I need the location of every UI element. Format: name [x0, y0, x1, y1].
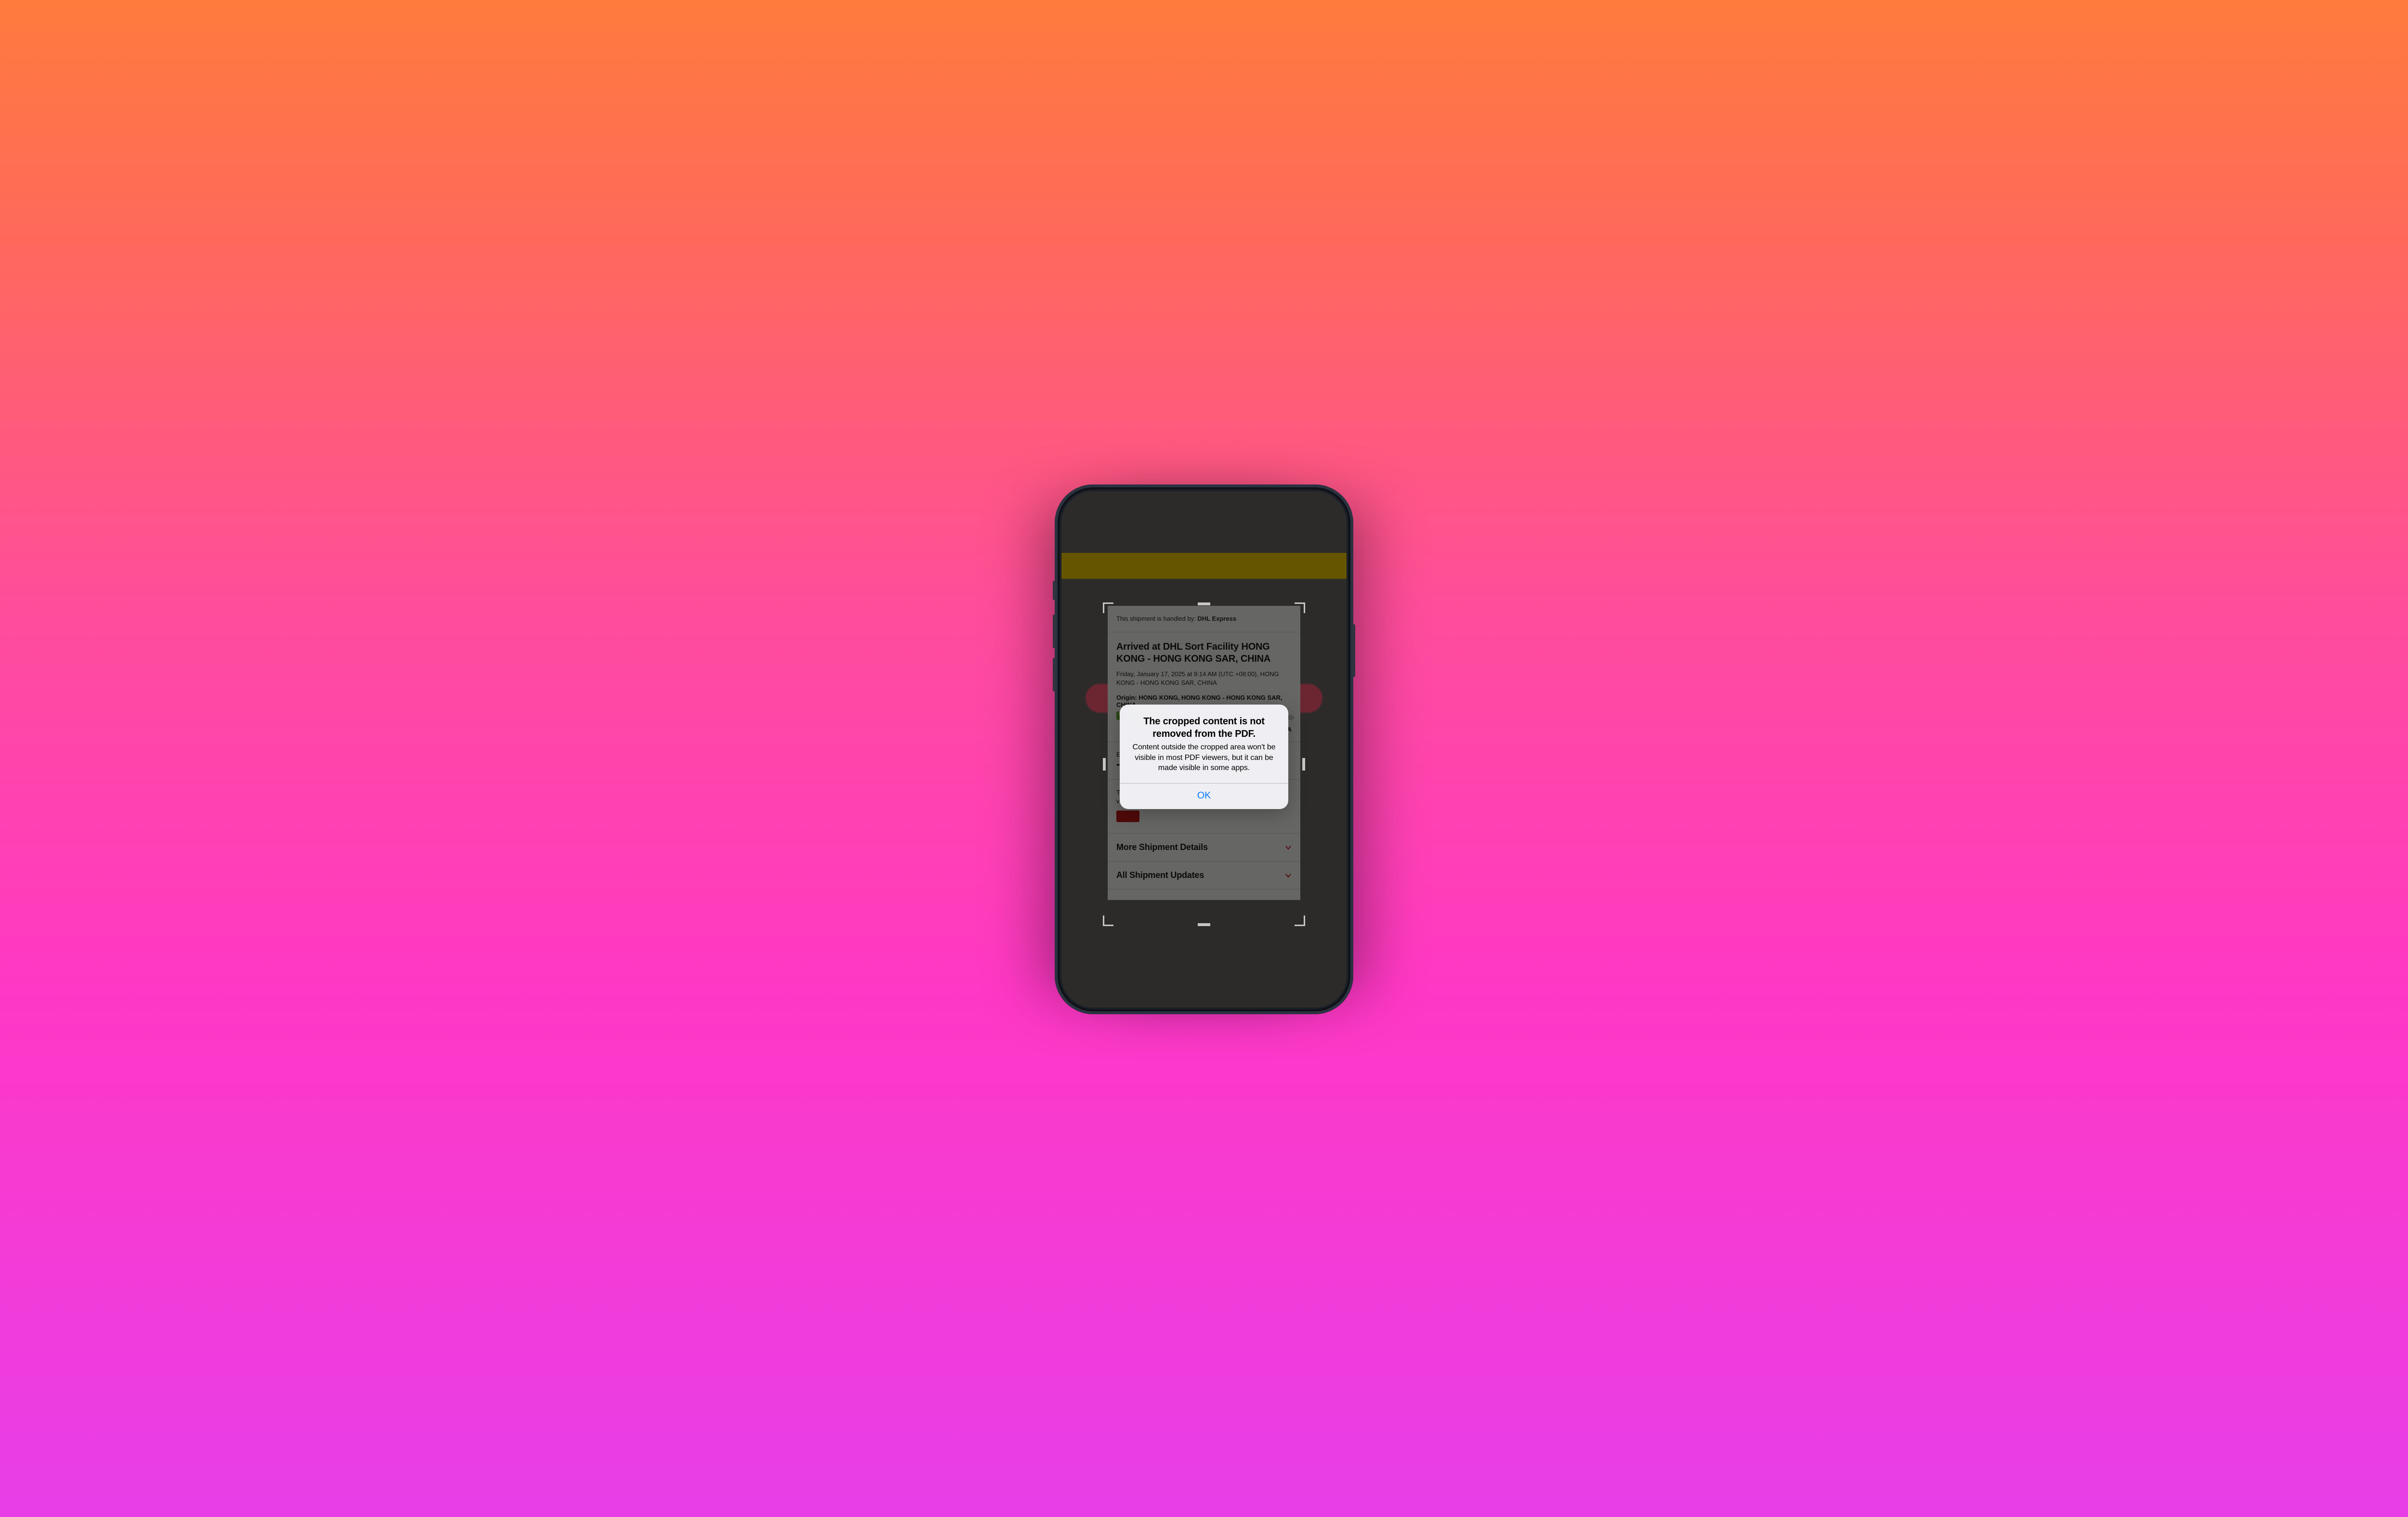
stage: This shipment is handled by: DHL Express…: [853, 562, 1555, 956]
alert-message: Content outside the cropped area won't b…: [1129, 742, 1279, 773]
crop-warning-alert: The cropped content is not removed from …: [1120, 705, 1288, 809]
phone-frame: This shipment is handled by: DHL Express…: [1055, 484, 1353, 1014]
power-button[interactable]: [1352, 624, 1355, 677]
mute-switch[interactable]: [1053, 581, 1056, 600]
alert-body: The cropped content is not removed from …: [1120, 705, 1288, 783]
volume-up-button[interactable]: [1053, 615, 1056, 648]
alert-title: The cropped content is not removed from …: [1129, 715, 1279, 740]
alert-backdrop: The cropped content is not removed from …: [1061, 491, 1347, 1007]
alert-ok-button[interactable]: OK: [1120, 784, 1288, 809]
volume-down-button[interactable]: [1053, 658, 1056, 692]
phone-screen: This shipment is handled by: DHL Express…: [1061, 491, 1347, 1007]
